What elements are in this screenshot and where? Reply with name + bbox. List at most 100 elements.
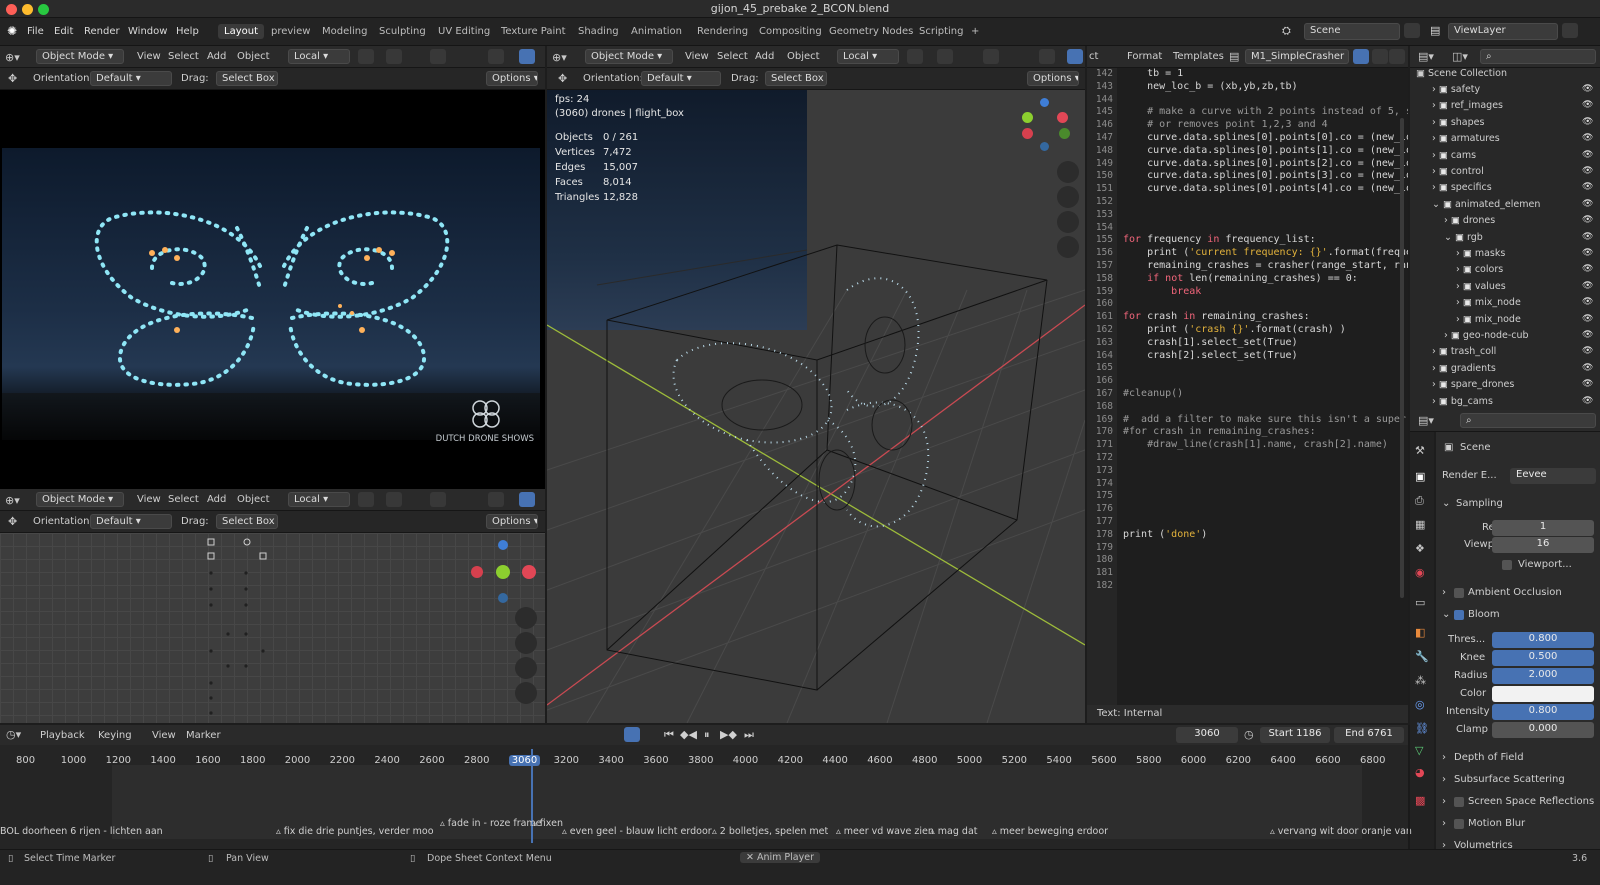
view-layer-selector[interactable]: ViewLayer	[1448, 23, 1558, 40]
orientation-dropdown[interactable]: Default ▾	[90, 71, 172, 86]
menu-playback[interactable]: Playback	[40, 730, 85, 741]
outliner-item[interactable]: › ▣ shapes	[1432, 117, 1592, 133]
jump-prev-keyframe-icon[interactable]: ◆◀	[680, 728, 697, 741]
timeline-editor-icon[interactable]: ◷▾	[6, 728, 21, 741]
menu-select[interactable]: Select	[168, 51, 199, 62]
menu-file[interactable]: File	[27, 26, 44, 37]
menu-templates[interactable]: Templates	[1173, 51, 1224, 62]
ortho-grid-icon[interactable]	[1057, 236, 1079, 258]
collapse-chevron-icon[interactable]: ⌄	[1444, 232, 1455, 243]
visibility-eye-icon[interactable]: 👁	[1582, 363, 1593, 373]
scene-tab-icon[interactable]: ❖	[1415, 542, 1425, 555]
orientation-dropdown[interactable]: Default ▾	[641, 71, 721, 86]
scene-icon[interactable]: ⛭	[1282, 24, 1291, 38]
view-layer-icon[interactable]: ▤	[1430, 24, 1440, 37]
expand-chevron-icon[interactable]: ›	[1432, 396, 1439, 407]
visibility-eye-icon[interactable]: 👁	[1582, 264, 1593, 274]
menu-add[interactable]: Add	[755, 51, 774, 62]
render-engine-dropdown[interactable]: Eevee	[1510, 468, 1596, 484]
jump-start-icon[interactable]: ⏮	[664, 728, 674, 742]
pan-hand-icon[interactable]	[515, 632, 537, 654]
timeline-marker[interactable]: ▵ vervang wit door oranje van	[1270, 826, 1412, 837]
camera-preview-area[interactable]: DUTCH DRONE SHOWS	[0, 90, 545, 490]
camera-view-icon[interactable]	[515, 657, 537, 679]
render-tab-icon[interactable]: ▣	[1415, 470, 1425, 483]
menu-keying[interactable]: Keying	[98, 730, 132, 741]
outliner-item[interactable]: › ▣ trash_coll	[1432, 346, 1592, 362]
visibility-eye-icon[interactable]: 👁	[1582, 379, 1593, 389]
modifier-tab-icon[interactable]: 🔧	[1415, 650, 1429, 663]
scene-selector[interactable]: Scene	[1304, 23, 1400, 40]
bloom-threshold-field[interactable]: 0.800	[1492, 632, 1594, 648]
display-mode-icon[interactable]: ◫▾	[1452, 50, 1468, 63]
menu-render[interactable]: Render	[84, 26, 120, 37]
outliner-item[interactable]: › ▣ gradients	[1432, 363, 1592, 379]
open-text-icon[interactable]	[1389, 49, 1405, 64]
tool-tab-icon[interactable]: ⚒	[1415, 444, 1425, 457]
gizmo-z-axis[interactable]	[1040, 98, 1049, 107]
view-layer-tab-icon[interactable]: ▦	[1415, 518, 1425, 531]
output-tab-icon[interactable]: ⎙	[1415, 494, 1424, 508]
expand-chevron-icon[interactable]: ›	[1444, 215, 1451, 226]
workspace-tab-geometry-nodes[interactable]: Geometry Nodes	[823, 24, 919, 39]
workspace-tab-shading[interactable]: Shading	[572, 24, 625, 39]
dof-section-chevron[interactable]: ›	[1442, 752, 1446, 763]
constraints-tab-icon[interactable]: ⛓	[1415, 722, 1429, 735]
properties-editor-icon[interactable]: ▤▾	[1418, 414, 1434, 427]
properties-search-input[interactable]: ⌕	[1460, 413, 1596, 428]
workspace-tab-rendering[interactable]: Rendering	[691, 24, 754, 39]
texture-tab-icon[interactable]: ▩	[1415, 794, 1425, 807]
menu-object[interactable]: Object	[237, 51, 270, 62]
expand-chevron-icon[interactable]: ›	[1432, 166, 1439, 177]
outliner-item[interactable]: ⌄ ▣ animated_elemen	[1432, 199, 1592, 215]
timeline-marker[interactable]: ▵ even geel - blauw licht erdoor	[562, 826, 712, 837]
outliner-search-input[interactable]: ⌕	[1480, 49, 1596, 64]
gizmo-y-axis[interactable]	[496, 565, 510, 579]
sss-section-header[interactable]: Subsurface Scattering	[1454, 774, 1565, 785]
blender-logo-icon[interactable]: ✺	[7, 24, 17, 38]
ssr-section-header[interactable]: Screen Space Reflections	[1468, 796, 1594, 807]
auto-keying-record-button[interactable]	[624, 727, 640, 742]
sss-section-chevron[interactable]: ›	[1442, 774, 1446, 785]
workspace-tab-layout[interactable]: Layout	[218, 24, 264, 39]
proportional-edit-icon[interactable]	[430, 492, 446, 507]
visibility-eye-icon[interactable]: 👁	[1582, 346, 1593, 356]
menu-view[interactable]: View	[685, 51, 709, 62]
proportional-edit-icon[interactable]	[983, 49, 999, 64]
expand-chevron-icon[interactable]: ›	[1432, 363, 1439, 374]
physics-tab-icon[interactable]: ◎	[1415, 698, 1425, 711]
overlay-icon[interactable]	[488, 49, 504, 64]
visibility-eye-icon[interactable]: 👁	[1582, 182, 1593, 192]
outliner-item[interactable]: › ▣ bg_cams	[1432, 396, 1592, 410]
transform-gizmo-icon[interactable]: ✥	[558, 72, 567, 85]
menu-object[interactable]: Object	[237, 494, 270, 505]
visibility-eye-icon[interactable]: 👁	[1582, 100, 1593, 110]
timeline-marker[interactable]: ▵ fix die drie puntjes, verder moo	[276, 826, 434, 837]
expand-chevron-icon[interactable]: ›	[1432, 150, 1439, 161]
collection-tab-icon[interactable]: ▭	[1415, 596, 1425, 609]
menu-text[interactable]: ct	[1089, 51, 1098, 62]
visibility-eye-icon[interactable]: 👁	[1582, 150, 1593, 160]
dof-section-header[interactable]: Depth of Field	[1454, 752, 1524, 763]
fake-user-shield-icon[interactable]	[1353, 49, 1369, 64]
collapse-chevron-icon[interactable]: ⌄	[1432, 199, 1443, 210]
outliner-item[interactable]: › ▣ values	[1456, 281, 1600, 297]
new-text-icon[interactable]	[1372, 49, 1388, 64]
menu-add[interactable]: Add	[207, 494, 226, 505]
transform-orientation-dropdown[interactable]: Local ▾	[288, 49, 350, 64]
end-frame-field[interactable]: End 6761	[1334, 727, 1404, 743]
zoom-icon[interactable]	[1057, 161, 1079, 183]
bloom-section-chevron[interactable]: ⌄	[1442, 609, 1450, 620]
timeline-marker[interactable]: ▵ fade in - roze frame	[440, 818, 542, 829]
options-dropdown[interactable]: Options ▾	[486, 71, 538, 86]
object-mode-dropdown[interactable]: Object Mode ▾	[36, 492, 124, 507]
world-tab-icon[interactable]: ◉	[1415, 566, 1425, 579]
options-dropdown[interactable]: Options ▾	[1027, 71, 1079, 86]
orientation-dropdown[interactable]: Default ▾	[90, 514, 172, 529]
bloom-intensity-field[interactable]: 0.800	[1492, 704, 1594, 720]
drag-dropdown[interactable]: Select Box ▾	[765, 71, 827, 86]
outliner-tree[interactable]: ▣ Scene Collection › ▣ safety 👁 › ▣ ref_im…	[1410, 68, 1600, 410]
menu-add[interactable]: Add	[207, 51, 226, 62]
expand-chevron-icon[interactable]: ›	[1432, 133, 1439, 144]
outliner-editor-icon[interactable]: ▤▾	[1418, 50, 1434, 63]
